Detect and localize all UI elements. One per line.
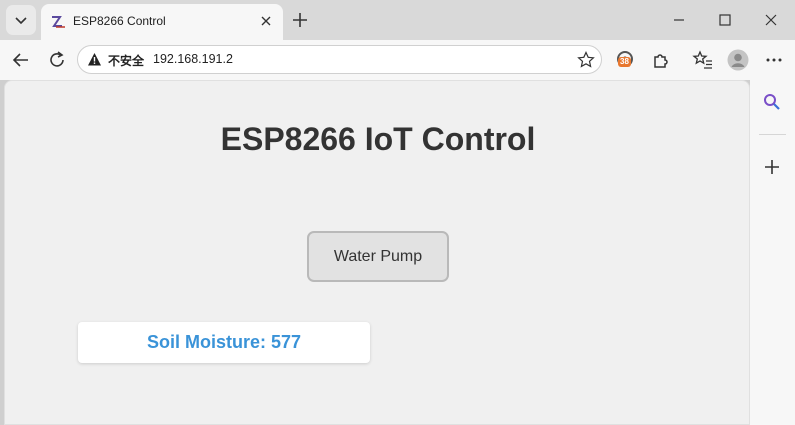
warning-icon[interactable] [87, 52, 102, 67]
window-close-icon[interactable] [761, 10, 781, 30]
page-content: ESP8266 IoT Control Water Pump Soil Mois… [4, 80, 750, 425]
soil-moisture-text: Soil Moisture: 577 [146, 332, 302, 352]
soil-moisture-card: Soil Moisture: 577 [78, 322, 370, 363]
security-label[interactable]: 不安全 [108, 52, 144, 69]
address-bar[interactable]: 不安全 192.168.191.2 [77, 45, 602, 74]
page-title: ESP8266 IoT Control [220, 121, 536, 157]
favorites-icon[interactable] [692, 49, 714, 71]
close-icon[interactable] [259, 14, 273, 28]
tab-strip: ESP8266 Control [0, 0, 795, 40]
new-tab-plus-icon[interactable] [290, 10, 310, 30]
url-text[interactable]: 192.168.191.2 [153, 52, 233, 66]
browser-sidebar [750, 80, 795, 425]
tab-title: ESP8266 Control [73, 14, 166, 28]
site-favicon-icon [52, 16, 65, 28]
tab-actions-button[interactable] [6, 5, 36, 35]
browser-tab[interactable]: ESP8266 Control [41, 4, 283, 40]
add-plus-icon[interactable] [762, 157, 782, 177]
extension-badge-count: 38 [618, 57, 631, 67]
back-arrow-icon[interactable] [10, 49, 32, 71]
sidebar-divider [759, 134, 786, 135]
favorite-star-icon[interactable] [577, 51, 595, 69]
refresh-icon[interactable] [46, 49, 68, 71]
browser-toolbar: 不安全 192.168.191.2 [0, 40, 795, 80]
profile-avatar-icon[interactable] [727, 49, 749, 71]
extensions-puzzle-icon[interactable] [650, 49, 672, 71]
chevron-down-icon [15, 17, 27, 25]
minimize-icon[interactable] [669, 10, 689, 30]
maximize-icon[interactable] [715, 10, 735, 30]
water-pump-button[interactable]: Water Pump [307, 231, 449, 282]
more-menu-icon[interactable] [763, 49, 785, 71]
search-icon[interactable] [762, 92, 782, 112]
